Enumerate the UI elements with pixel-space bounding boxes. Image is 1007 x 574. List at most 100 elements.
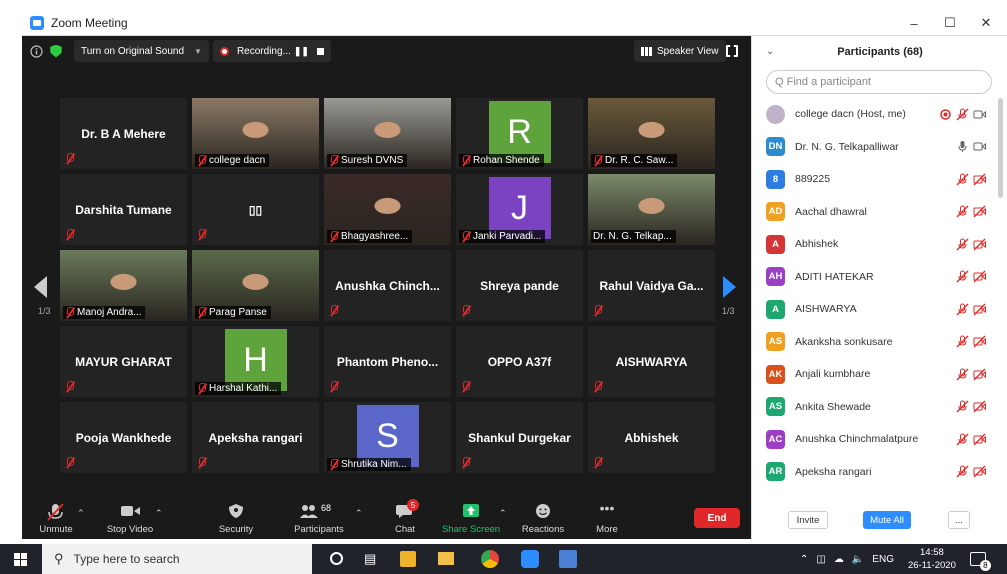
video-off-icon[interactable] xyxy=(973,303,986,316)
more-button[interactable]: ••• More xyxy=(587,498,627,539)
participant-tile[interactable]: Parag Panse xyxy=(192,250,319,321)
participant-tile[interactable]: Dr. N. G. Telkap... xyxy=(588,174,715,245)
participant-tile[interactable]: Dr. R. C. Saw... xyxy=(588,98,715,169)
participants-options-icon[interactable]: ⌃ xyxy=(355,508,363,519)
panel-more-button[interactable]: ... xyxy=(948,511,970,529)
video-off-icon[interactable] xyxy=(973,368,986,381)
participant-list-scrollbar[interactable] xyxy=(998,98,1003,198)
participant-row[interactable]: AC Anushka Chinchmalatpure xyxy=(752,423,996,455)
invite-button[interactable]: Invite xyxy=(788,511,828,529)
video-off-icon[interactable] xyxy=(973,173,986,186)
previous-page-icon[interactable] xyxy=(34,276,47,298)
participant-tile[interactable]: Darshita Tumane xyxy=(60,174,187,245)
participant-tile[interactable]: ▯▯ xyxy=(192,174,319,245)
mute-all-button[interactable]: Mute All xyxy=(863,511,911,529)
end-meeting-button[interactable]: End xyxy=(694,508,740,528)
participant-tile[interactable]: Shreya pande xyxy=(456,250,583,321)
participant-tile[interactable]: college dacn xyxy=(192,98,319,169)
participant-tile[interactable]: R Rohan Shende xyxy=(456,98,583,169)
next-page-icon[interactable] xyxy=(723,276,736,298)
participant-row[interactable]: A AISHWARYA xyxy=(752,293,996,325)
stop-icon[interactable] xyxy=(316,47,324,55)
close-button[interactable]: ✕ xyxy=(968,10,1004,36)
muted-mic-icon[interactable] xyxy=(956,303,969,316)
participant-tile[interactable]: Abhishek xyxy=(588,402,715,473)
participant-row[interactable]: A Abhishek xyxy=(752,228,996,260)
participant-row[interactable]: AH ADITI HATEKAR xyxy=(752,261,996,293)
participant-tile[interactable]: J Janki Parvadi... xyxy=(456,174,583,245)
muted-mic-icon[interactable] xyxy=(956,238,969,251)
chat-button[interactable]: 5 Chat xyxy=(385,498,425,539)
notification-icon[interactable]: 8 xyxy=(969,552,991,571)
participant-row[interactable]: AR Apeksha rangari xyxy=(752,456,996,488)
muted-mic-icon[interactable] xyxy=(956,400,969,413)
mic-icon[interactable] xyxy=(956,140,969,153)
participant-tile[interactable]: Shankul Durgekar xyxy=(456,402,583,473)
speaker-view-button[interactable]: Speaker View xyxy=(634,40,726,62)
fullscreen-icon[interactable] xyxy=(726,45,738,57)
network-icon[interactable]: ◫ xyxy=(816,554,825,565)
participant-tile[interactable]: Dr. B A Mehere xyxy=(60,98,187,169)
participant-tile[interactable]: Apeksha rangari xyxy=(192,402,319,473)
video-off-icon[interactable] xyxy=(973,433,986,446)
minimize-button[interactable]: – xyxy=(896,10,932,36)
file-explorer-icon[interactable] xyxy=(438,552,454,565)
participant-row[interactable]: AD Aachal dhawral xyxy=(752,196,996,228)
video-off-icon[interactable] xyxy=(973,205,986,218)
video-off-icon[interactable] xyxy=(973,270,986,283)
participant-tile[interactable]: Anushka Chinch... xyxy=(324,250,451,321)
unmute-button[interactable]: Unmute xyxy=(36,498,76,539)
participant-row[interactable]: DN Dr. N. G. Telkapalliwar xyxy=(752,131,996,163)
participant-tile[interactable]: MAYUR GHARAT xyxy=(60,326,187,397)
participant-row[interactable]: 8 889225 xyxy=(752,163,996,195)
maximize-button[interactable]: ☐ xyxy=(932,10,968,36)
zoom-taskbar-icon[interactable] xyxy=(521,550,539,568)
cloud-icon[interactable]: ☁ xyxy=(834,554,844,565)
audio-options-icon[interactable]: ⌃ xyxy=(77,508,85,519)
store-icon[interactable] xyxy=(400,551,416,567)
participant-row[interactable]: AS Ankita Shewade xyxy=(752,391,996,423)
video-options-icon[interactable]: ⌃ xyxy=(155,508,163,519)
volume-icon[interactable]: 🔈 xyxy=(852,554,864,565)
participant-row[interactable]: AK Anjali kumbhare xyxy=(752,358,996,390)
security-button[interactable]: Security xyxy=(216,498,256,539)
participant-tile[interactable]: Suresh DVNS xyxy=(324,98,451,169)
muted-mic-icon[interactable] xyxy=(956,108,969,121)
pause-icon[interactable]: ❚❚ xyxy=(294,46,309,57)
cortana-icon[interactable] xyxy=(330,552,343,565)
muted-mic-icon[interactable] xyxy=(956,173,969,186)
chevron-down-icon[interactable]: ▼ xyxy=(194,47,202,56)
participant-tile[interactable]: AISHWARYA xyxy=(588,326,715,397)
share-options-icon[interactable]: ⌃ xyxy=(499,508,507,519)
muted-mic-icon[interactable] xyxy=(956,335,969,348)
muted-mic-icon[interactable] xyxy=(956,270,969,283)
windows-start-icon[interactable] xyxy=(14,553,27,566)
participant-tile[interactable]: S Shrutika Nim... xyxy=(324,402,451,473)
app-taskbar-icon[interactable] xyxy=(559,550,577,568)
reactions-button[interactable]: Reactions xyxy=(518,498,568,539)
stop-video-button[interactable]: Stop Video xyxy=(104,498,156,539)
participant-search-input[interactable]: Q Find a participant xyxy=(766,70,992,94)
video-off-icon[interactable] xyxy=(973,400,986,413)
video-off-icon[interactable] xyxy=(973,335,986,348)
participant-tile[interactable]: Phantom Pheno... xyxy=(324,326,451,397)
video-off-icon[interactable] xyxy=(973,465,986,478)
participant-row[interactable]: college dacn (Host, me) xyxy=(752,98,996,130)
share-screen-button[interactable]: Share Screen xyxy=(440,498,502,539)
participant-tile[interactable]: Pooja Wankhede xyxy=(60,402,187,473)
shield-icon[interactable] xyxy=(46,41,66,61)
language-label[interactable]: ENG xyxy=(872,554,894,565)
participant-tile[interactable]: Manoj Andra... xyxy=(60,250,187,321)
participant-tile[interactable]: Bhagyashree... xyxy=(324,174,451,245)
video-off-icon[interactable] xyxy=(973,238,986,251)
chrome-icon[interactable] xyxy=(481,550,499,568)
participants-button[interactable]: 68 Participants xyxy=(292,498,346,539)
taskbar-search-box[interactable]: ⚲ Type here to search xyxy=(42,544,312,574)
task-view-icon[interactable]: ▤ xyxy=(364,551,376,567)
participant-tile[interactable]: OPPO A37f xyxy=(456,326,583,397)
video-icon[interactable] xyxy=(973,140,986,153)
participant-tile[interactable]: H Harshal Kathi... xyxy=(192,326,319,397)
muted-mic-icon[interactable] xyxy=(956,465,969,478)
muted-mic-icon[interactable] xyxy=(956,368,969,381)
participant-row[interactable]: AS Akanksha sonkusare xyxy=(752,326,996,358)
